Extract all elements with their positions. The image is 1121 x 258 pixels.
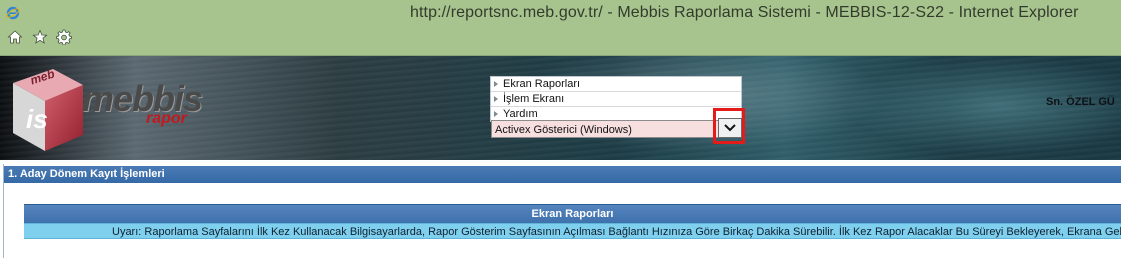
page-banner: meb is mebbis rapor Ekran Raporları İşle… — [0, 56, 1121, 160]
menu-item-ekran-raporlari[interactable]: Ekran Raporları — [491, 77, 741, 92]
panel-title: Ekran Raporları — [24, 204, 1121, 224]
warning-message: Uyarı: Raporlama Sayfalarını İlk Kez Kul… — [24, 223, 1121, 239]
logo-cube-text-bottom: is — [26, 104, 48, 134]
menu-item-yardim[interactable]: Yardım — [491, 107, 741, 121]
user-label: Sn. ÖZEL GÜ — [1046, 96, 1115, 108]
menu-item-islem-ekrani[interactable]: İşlem Ekranı — [491, 92, 741, 107]
viewer-select[interactable]: Activex Gösterici (Windows) — [491, 120, 740, 138]
section-title: 1. Aday Dönem Kayıt İşlemleri — [4, 166, 1121, 183]
browser-titlebar: http://reportsnc.meb.gov.tr/ - Mebbis Ra… — [0, 0, 1121, 56]
report-menu: Ekran Raporları İşlem Ekranı Yardım — [490, 76, 742, 122]
star-icon[interactable] — [32, 29, 48, 45]
internet-explorer-icon — [6, 6, 20, 20]
home-icon[interactable] — [7, 29, 23, 45]
chevron-down-icon — [724, 124, 736, 132]
gear-icon[interactable] — [56, 29, 72, 45]
window-title: http://reportsnc.meb.gov.tr/ - Mebbis Ra… — [410, 4, 1079, 21]
viewer-dropdown-button[interactable] — [718, 118, 742, 138]
logo-subtext: rapor — [146, 110, 187, 127]
